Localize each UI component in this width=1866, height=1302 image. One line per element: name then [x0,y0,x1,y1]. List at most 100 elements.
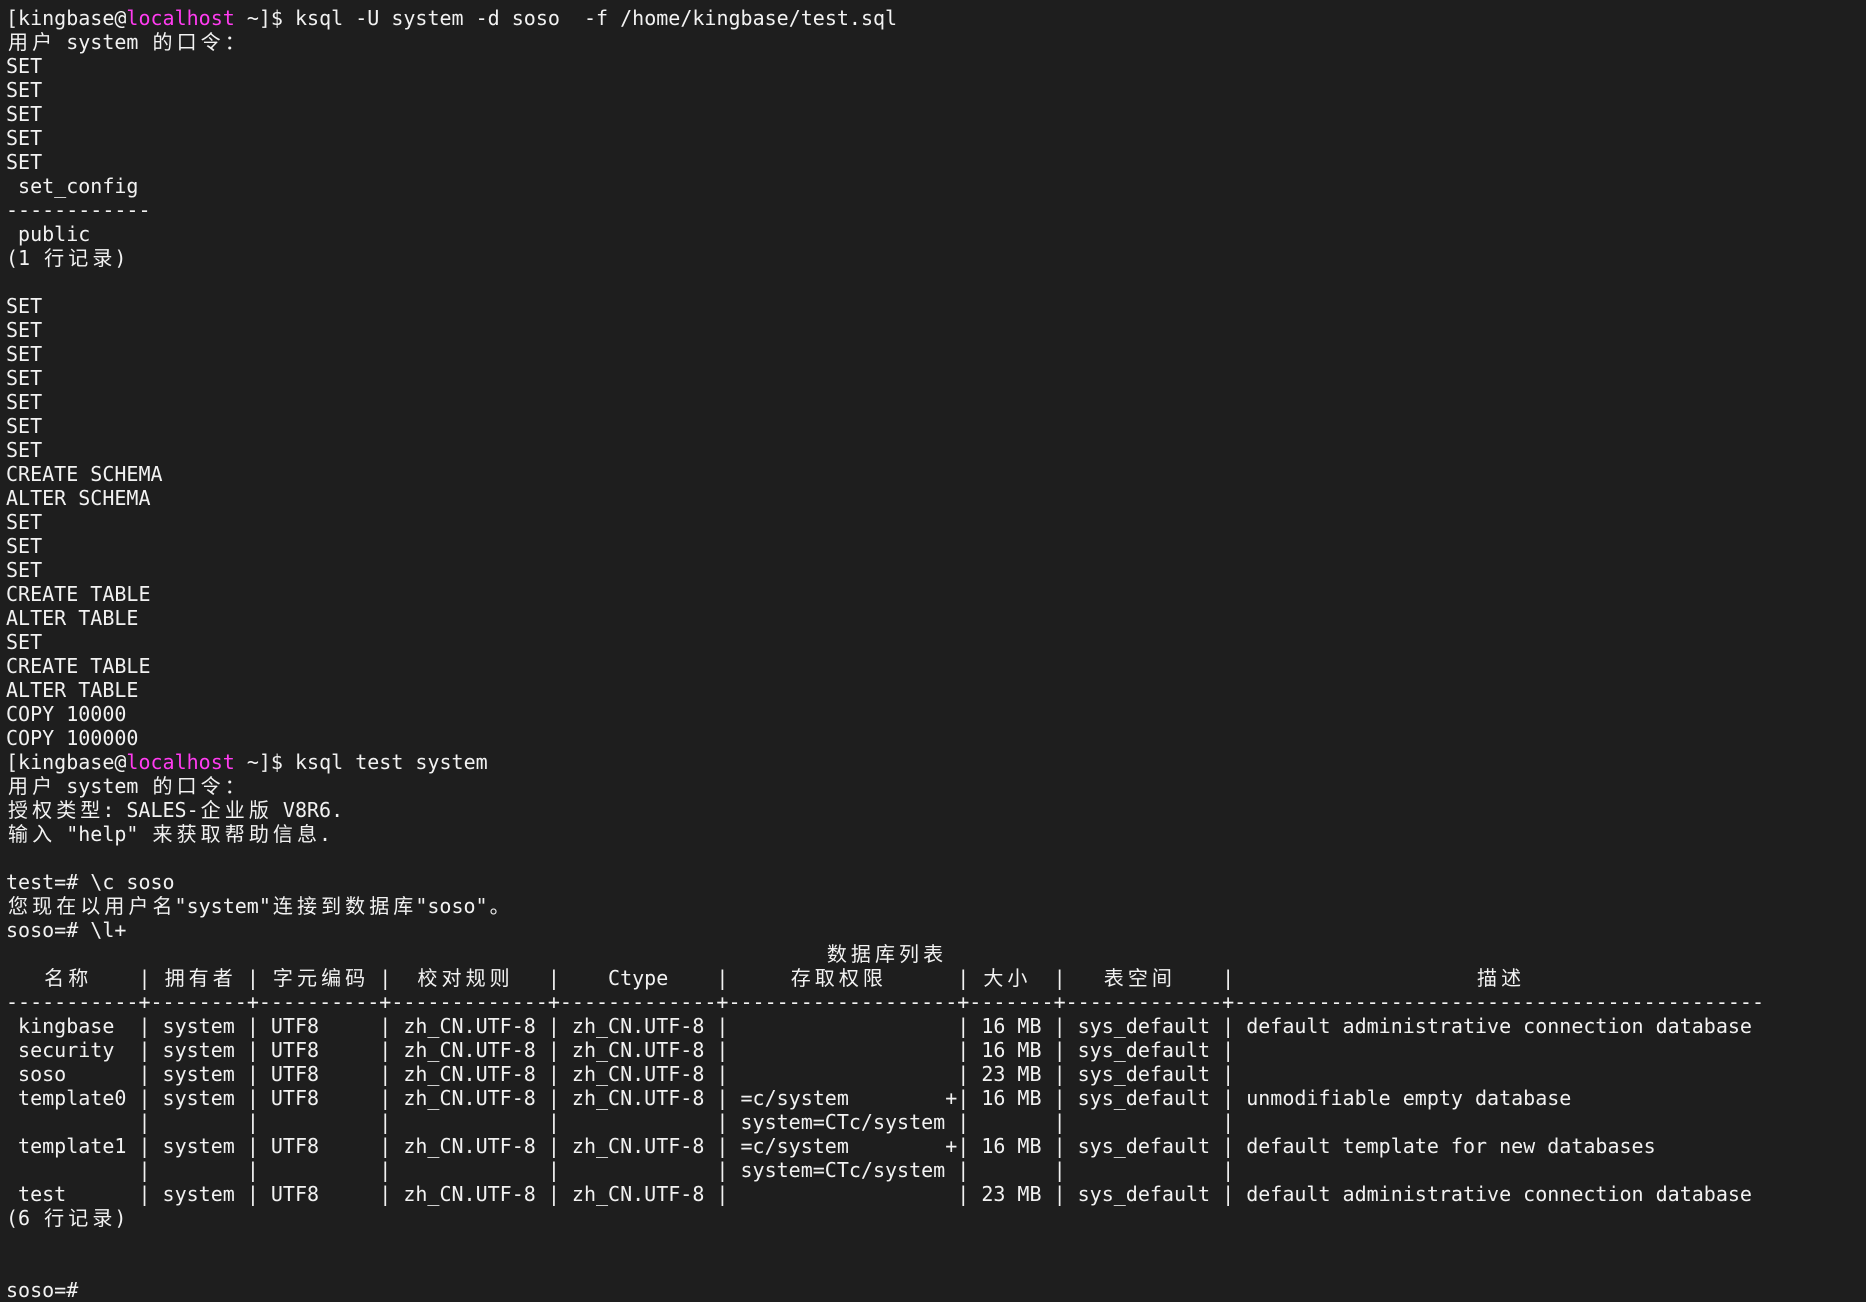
column-separator: | [1222,1038,1235,1062]
table-row: security system UTF8 zh_CN.UTF-8 zh_CN.UTF-8… [6,1038,1866,1062]
column-separator: | [1222,1134,1235,1158]
column-separator: | [957,1110,970,1134]
shell-prompt-line: [kingbase@localhost ~]$ ksql -U system -… [6,6,1866,30]
column-separator: | [138,1038,151,1062]
cjk-glyph: 小 [1007,966,1028,990]
cjk-glyph: 表 [923,942,944,966]
cjk-glyph: 描 [1477,966,1498,990]
cjk-glyph: 库 [393,894,414,918]
output-line: COPY 100000 [6,726,139,750]
cell-collate: zh_CN.UTF-8 [403,1086,536,1110]
column-header-ctype: Ctype [608,966,669,990]
table-row: template1 system UTF8 zh_CN.UTF-8 zh_CN.UTF-… [6,1134,1866,1158]
cell-encoding: UTF8 [270,1014,320,1038]
cjk-glyph: 获 [176,822,197,846]
column-separator: | [957,1182,970,1206]
cell-access-privileges: system=CTc/system [740,1158,946,1182]
cell-collate: zh_CN.UTF-8 [403,1182,536,1206]
column-separator: | [957,1086,970,1110]
output-line: ------------ [6,198,151,222]
cell-ctype: zh_CN.UTF-8 [571,1134,705,1158]
cjk-glyph: 用 [8,774,29,798]
terminal-window[interactable]: [kingbase@localhost ~]$ ksql -U system -… [0,0,1866,1302]
cjk-glyph: 。 [489,894,510,918]
cjk-glyph: 据 [850,942,871,966]
cjk-glyph: 元 [297,966,317,990]
cjk-glyph: 对 [441,966,462,990]
cell-owner: system [162,1134,235,1158]
output-line: SET [6,150,43,174]
cell-collate: zh_CN.UTF-8 [403,1038,536,1062]
cjk-glyph: 接 [296,894,317,918]
column-separator: | [1053,1182,1066,1206]
output-line: SET [6,414,43,438]
cell-encoding: UTF8 [270,1086,320,1110]
cell-ctype: zh_CN.UTF-8 [571,1038,705,1062]
cjk-glyph: 令 [200,774,221,798]
column-separator: | [1053,1158,1066,1182]
column-separator: | [547,1110,560,1134]
cjk-glyph: 来 [152,822,173,846]
output-line: SET [6,318,43,342]
output-line: SET [6,438,43,462]
column-separator: | [138,1134,151,1158]
cjk-glyph: 用 [8,30,29,54]
column-separator: | [547,1158,560,1182]
cjk-glyph: 记 [68,1206,89,1230]
prompt-path: ~]$ [234,750,296,774]
cell-size: 23 MB [981,1062,1042,1086]
cjk-glyph: 版 [248,798,269,822]
prompt-path: ~]$ [234,6,296,30]
output-line: COPY 10000 [6,702,127,726]
cell-name: template1 [18,1134,127,1158]
cjk-glyph: 述 [1501,966,1522,990]
cjk-glyph: 令 [200,30,221,54]
output-line: SET [6,510,43,534]
column-separator: | [1222,966,1235,990]
output-line: 授权类型: SALES- 企业版 V8R6. [6,798,1866,822]
shell-command: ksql -U system -d soso -f /home/kingbase… [295,6,898,30]
column-separator: | [379,966,392,990]
column-separator: | [246,966,259,990]
cjk-glyph: 限 [862,966,883,990]
cjk-glyph: 取 [814,966,835,990]
column-separator: | [957,966,970,990]
output-line: SET [6,294,43,318]
output-line: SET [6,534,43,558]
output-line: SET [6,102,43,126]
table-row: kingbase system UTF8 zh_CN.UTF-8 zh_CN.UTF-8… [6,1014,1866,1038]
cell-size: 23 MB [981,1182,1042,1206]
cell-encoding: UTF8 [270,1038,320,1062]
cjk-glyph: 的 [152,30,173,54]
cjk-glyph: 规 [465,966,486,990]
prompt-user: [kingbase@ [6,6,127,30]
column-separator: | [957,1134,970,1158]
cjk-glyph: ： [224,774,245,798]
column-separator: | [547,1062,560,1086]
cjk-glyph: 列 [899,942,920,966]
column-separator: | [716,1038,729,1062]
cjk-glyph: 存 [790,966,811,990]
table-row-continuation: system=CTc/system | | | | | | | | [6,1110,1866,1134]
output-line: CREATE TABLE [6,654,151,678]
cjk-glyph: 口 [176,30,197,54]
cjk-glyph: ： [224,30,245,54]
cjk-glyph: 授 [8,798,29,822]
cell-owner: system [162,1038,235,1062]
column-separator: | [716,1014,729,1038]
db-list-table: 数据库列表名称拥有者字元编码校对规则 Ctype 存取权限大小表空间描述 | | | | | |… [6,942,1866,1230]
column-separator: | [1053,1062,1066,1086]
column-separator: | [1222,1110,1235,1134]
cjk-glyph: 口 [176,774,197,798]
cjk-glyph: 编 [321,966,342,990]
ksql-input-line[interactable]: soso=# [6,1278,1866,1302]
cjk-glyph: 名 [152,894,173,918]
cjk-glyph: 用 [104,894,125,918]
cjk-glyph: 类 [56,798,77,822]
cjk-glyph: 企 [200,798,221,822]
cell-encoding: UTF8 [270,1062,320,1086]
cell-encoding: UTF8 [270,1134,320,1158]
cjk-glyph: 户 [128,894,149,918]
cell-tablespace: sys_default [1077,1014,1211,1038]
